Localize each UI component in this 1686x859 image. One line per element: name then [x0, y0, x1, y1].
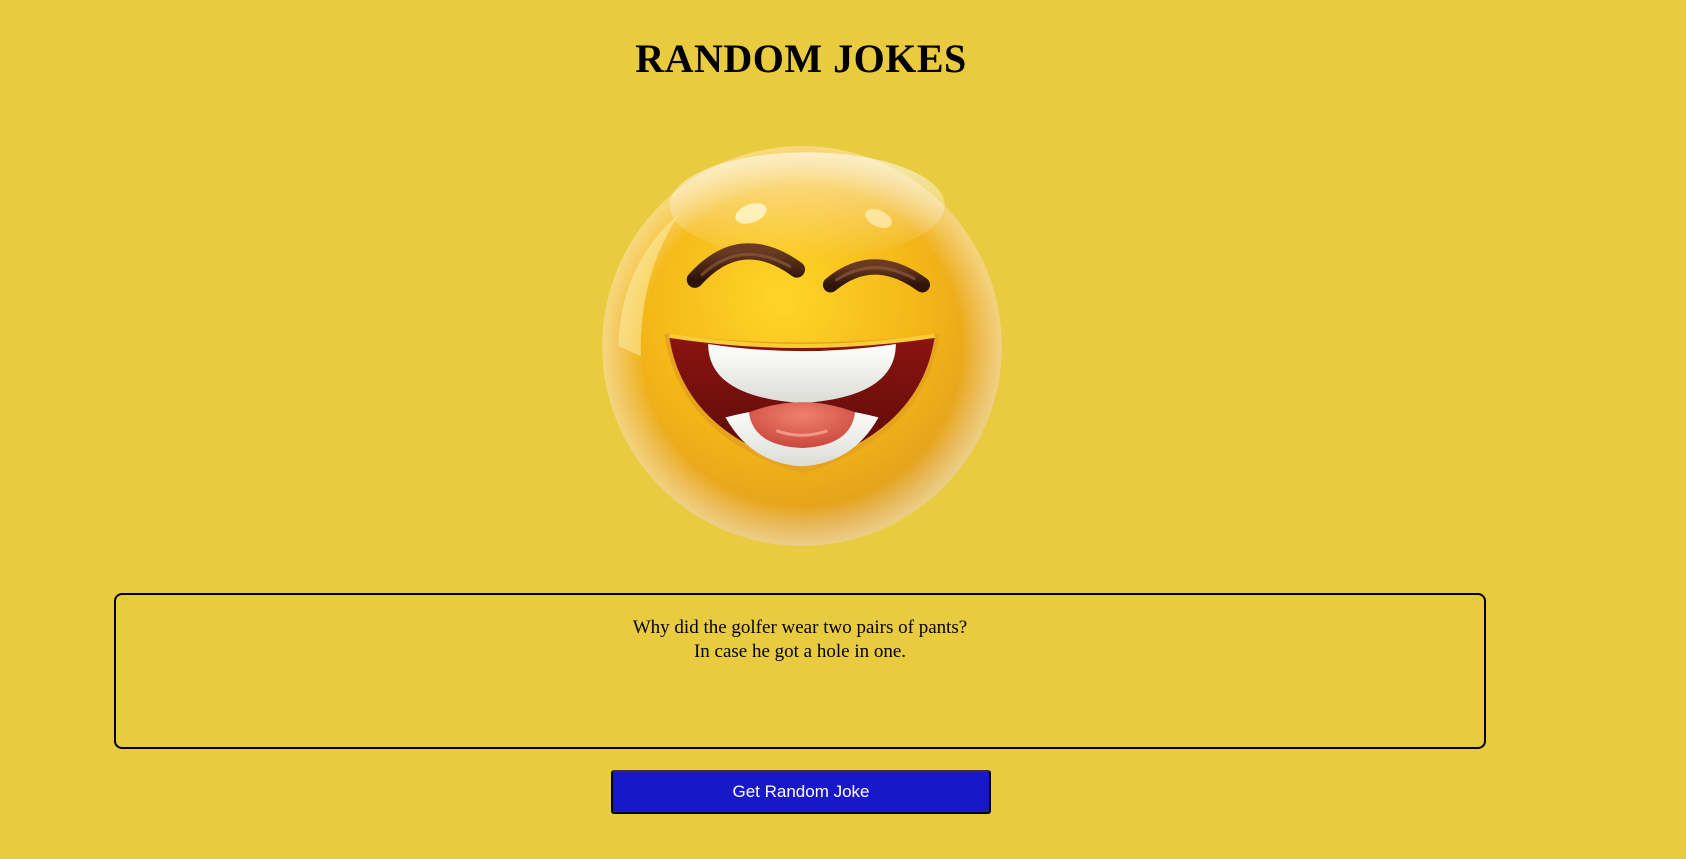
get-random-joke-button[interactable]: Get Random Joke	[611, 770, 991, 814]
joke-punchline: In case he got a hole in one.	[693, 641, 907, 662]
joke-display: Why did the golfer wear two pairs of pan…	[114, 593, 1486, 749]
joke-setup: Why did the golfer wear two pairs of pan…	[632, 617, 968, 638]
laughing-emoji-icon	[598, 142, 1006, 550]
page-title: RANDOM JOKES	[635, 36, 967, 81]
